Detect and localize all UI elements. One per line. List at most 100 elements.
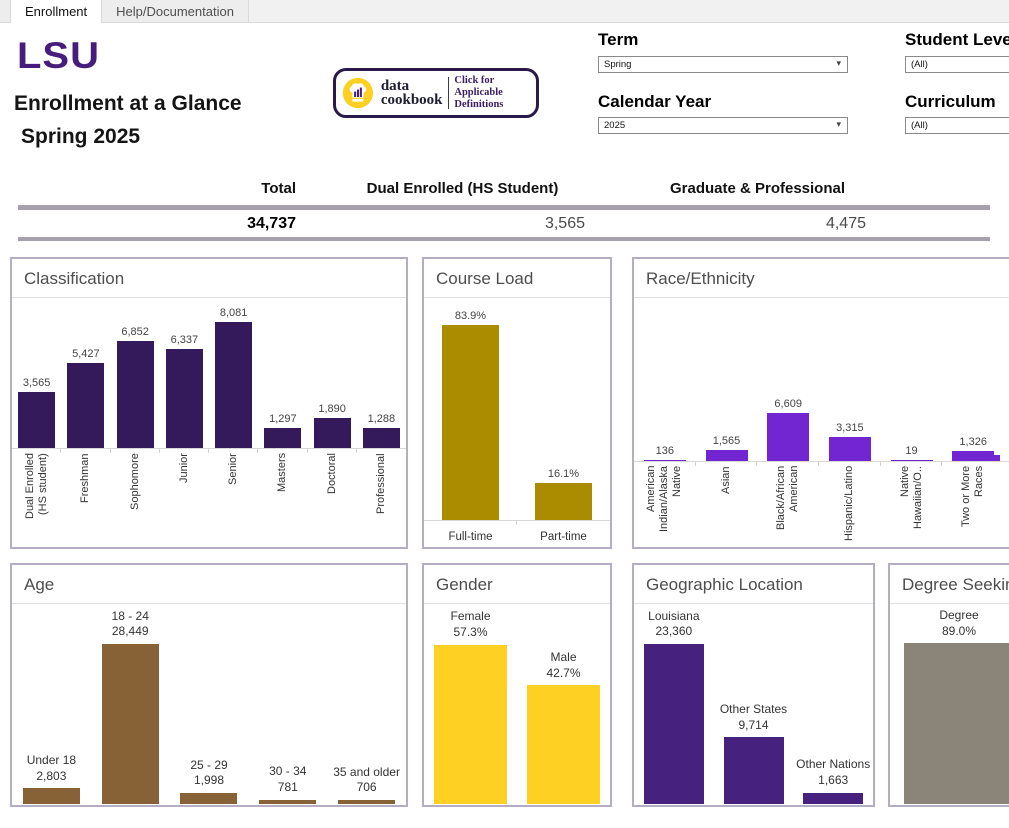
bar-label-other-states: Other States9,714 — [714, 702, 794, 733]
bar-hispanic-latino[interactable] — [829, 437, 871, 461]
bar-category-label: Asian — [720, 466, 733, 542]
gender-title: Gender — [424, 565, 610, 604]
calendar-year-select-value: 2025 — [604, 120, 625, 131]
summary-header-total: Total — [150, 180, 296, 197]
page-title: Enrollment at a Glance Spring 2025 — [14, 88, 242, 153]
chef-hat-icon — [342, 74, 374, 112]
bar-category-label: Dual Enrolled (HS student) — [24, 453, 50, 541]
bar-freshman[interactable] — [67, 363, 104, 448]
bar-degree[interactable] — [904, 643, 1009, 804]
calendar-year-select[interactable]: 2025 ▾ — [598, 117, 848, 134]
bar-value-label: 8,081 — [209, 307, 258, 319]
bar-value-label: 5,427 — [61, 348, 110, 360]
bar-label-other-nations: Other Nations1,663 — [793, 757, 873, 788]
bar-sophomore[interactable] — [117, 341, 154, 448]
bar-value-label: 3,315 — [819, 422, 881, 434]
bar-category-label: Full-time — [448, 525, 492, 546]
bar-value-label: 19 — [881, 445, 943, 457]
bar-female[interactable] — [434, 645, 507, 804]
enrollment-dashboard: Enrollment Help/Documentation LSU Enroll… — [0, 0, 1009, 828]
bar-35-and-older[interactable] — [338, 800, 395, 804]
bar-18-24[interactable] — [102, 644, 159, 804]
bar-category-label: Sophomore — [129, 453, 142, 541]
summary-value-total: 34,737 — [150, 215, 296, 233]
data-cookbook-wordmark: data cookbook — [381, 79, 443, 108]
lsu-logo: LSU — [17, 38, 100, 75]
dropdown-arrow-icon: ▾ — [836, 119, 841, 130]
degree-seeking-chart: Degree89.0% — [890, 604, 1009, 804]
bar-doctoral[interactable] — [314, 418, 351, 448]
bar-label-female: Female57.3% — [424, 609, 517, 640]
term-select[interactable]: Spring ▾ — [598, 56, 848, 73]
bar-value-label: 1,890 — [308, 403, 357, 415]
tab-enrollment[interactable]: Enrollment — [11, 0, 102, 23]
summary-header-grad-professional: Graduate & Professional — [640, 180, 875, 197]
bar-category-label: Native Hawaiian/O.. — [899, 466, 925, 542]
age-title: Age — [12, 565, 406, 604]
summary-value-grad-professional: 4,475 — [726, 215, 866, 233]
bar-black-african-american[interactable] — [767, 413, 809, 461]
data-cookbook-link[interactable]: data cookbook Click for Applicable Defin… — [333, 68, 539, 118]
bar-30-34[interactable] — [259, 800, 316, 804]
bar-value-label: 3,565 — [12, 377, 61, 389]
bar-male[interactable] — [527, 685, 600, 804]
badge-note: Click for Applicable Definitions — [454, 75, 530, 111]
course-load-title: Course Load — [424, 259, 610, 298]
bar-dual-enrolled-hs-student[interactable] — [18, 392, 55, 448]
bar-category-label: Part-time — [540, 525, 587, 546]
bar-professional[interactable] — [363, 428, 400, 448]
bar-part-time[interactable] — [535, 483, 592, 520]
term-filter-label: Term — [598, 30, 638, 50]
bar-label-25-29: 25 - 291,998 — [170, 758, 249, 789]
bar-25-29[interactable] — [180, 793, 237, 804]
bar-full-time[interactable] — [442, 325, 499, 520]
bar-value-label: 16.1% — [517, 468, 610, 480]
term-select-value: Spring — [604, 59, 631, 70]
student-level-select[interactable]: (All) — [905, 56, 1009, 73]
bar-category-label: Doctoral — [326, 453, 339, 541]
page-title-line1: Enrollment at a Glance — [14, 88, 242, 121]
bar-value-label: 136 — [634, 445, 696, 457]
course-load-chart: 83.9% 16.1% Full-time Part-time — [424, 298, 610, 546]
bar-other-states[interactable] — [724, 737, 784, 804]
bar-asian[interactable] — [706, 450, 748, 461]
bar-value-label: 6,609 — [757, 398, 819, 410]
bar-value-label: 1,326 — [942, 436, 1004, 448]
bar-label-18-24: 18 - 2428,449 — [91, 609, 170, 640]
bar-louisiana[interactable] — [644, 644, 704, 804]
bar-category-label: Junior — [178, 453, 191, 541]
bar-under-18[interactable] — [23, 788, 80, 804]
bar-senior[interactable] — [215, 322, 252, 448]
bar-value-label: 6,852 — [111, 326, 160, 338]
classification-title: Classification — [12, 259, 406, 298]
curriculum-filter-label: Curriculum — [905, 92, 1009, 112]
bar-value-label: 1,288 — [357, 413, 406, 425]
summary-separator-top — [18, 205, 990, 210]
bar-label-35-and-older: 35 and older706 — [327, 765, 406, 796]
student-level-select-value: (All) — [911, 59, 928, 70]
bar-other-nations[interactable] — [803, 793, 863, 804]
student-level-filter-label: Student Level — [905, 30, 1009, 50]
bar-value-label: 1,565 — [696, 435, 758, 447]
bar-category-label: American Indian/Alaska Native — [645, 466, 684, 542]
bar-masters[interactable] — [264, 428, 301, 448]
race-ethnicity-chart: 1361,565 6,6093,315191,326 American Indian… — [634, 298, 1009, 546]
bar-value-label: 83.9% — [424, 310, 517, 322]
gender-panel: Gender Female57.3%Male42.7% — [422, 563, 612, 807]
curriculum-select[interactable]: (All) — [905, 117, 1009, 134]
summary-header-dual-enrolled: Dual Enrolled (HS Student) — [345, 180, 580, 197]
age-panel: Age Under 182,80318 - 2428,44925 - 291,9… — [10, 563, 408, 807]
bar-label-degree: Degree89.0% — [890, 608, 1009, 639]
bar-junior[interactable] — [166, 349, 203, 448]
tab-bar: Enrollment Help/Documentation — [0, 0, 1009, 23]
race-ethnicity-panel: Race/Ethnicity 1361,5656,6093,315191,326… — [632, 257, 1009, 549]
bar-category-label: Hispanic/Latino — [843, 466, 856, 542]
tab-help-documentation[interactable]: Help/Documentation — [102, 0, 249, 22]
bar-category-label: Senior — [227, 453, 240, 541]
bar-category-label: Black/African American — [775, 466, 801, 542]
degree-seeking-title: Degree Seeking — [890, 565, 1009, 604]
bar-label-louisiana: Louisiana23,360 — [634, 609, 714, 640]
geographic-location-panel: Geographic Location Louisiana23,360Other… — [632, 563, 875, 807]
bar-category-label: Professional — [375, 453, 388, 541]
degree-seeking-panel: Degree Seeking Degree89.0% — [888, 563, 1009, 807]
